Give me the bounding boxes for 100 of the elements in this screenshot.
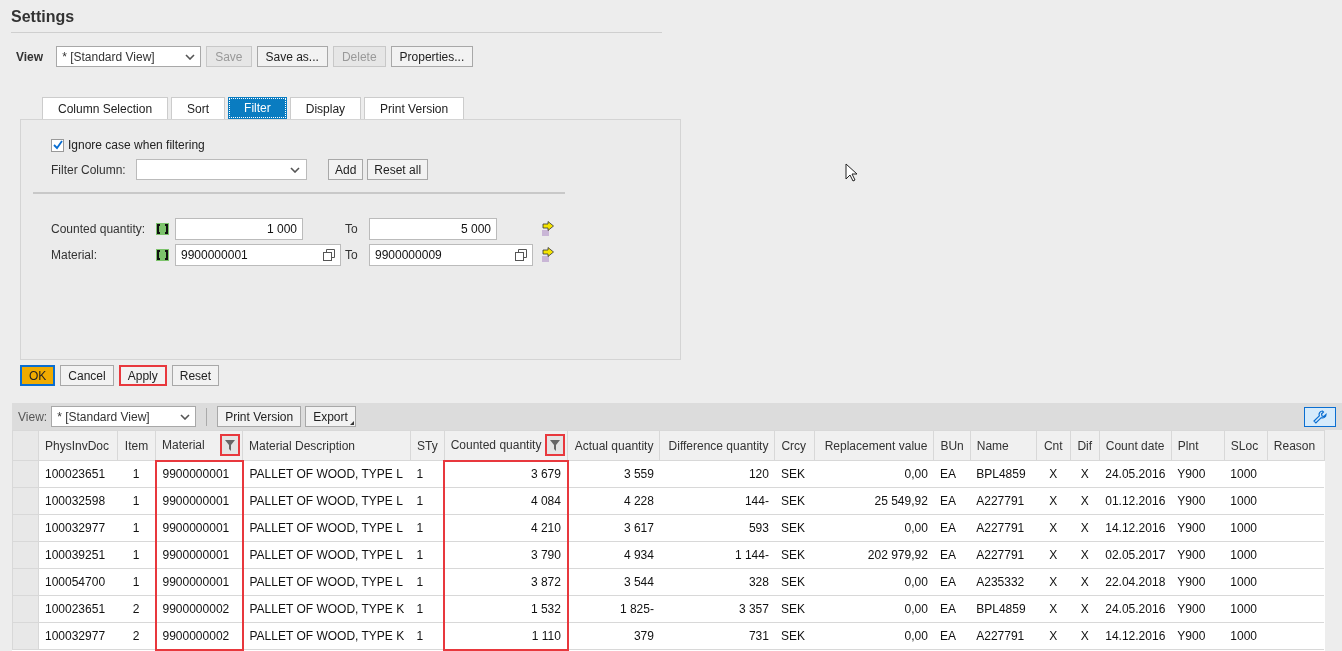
column-header[interactable]: Difference quantity (659, 430, 775, 461)
table-cell: Y900 (1177, 548, 1206, 562)
table-cell: A227791 (976, 548, 1025, 562)
filter-icon (225, 439, 235, 451)
dialog-button[interactable]: Apply (118, 365, 167, 386)
table-cell: 1 (132, 467, 140, 481)
dialog-button[interactable]: Reset (171, 365, 220, 386)
table-cell: 3 617 (623, 521, 654, 535)
settings-tab[interactable]: Column Selection (42, 97, 169, 119)
checkbox[interactable] (51, 138, 64, 152)
table-cell: 1 (132, 575, 140, 589)
table-cell: 100023651 (45, 602, 106, 616)
settings-button[interactable] (1304, 406, 1336, 427)
table-cell: 100054700 (45, 575, 106, 589)
table-cell: 100039251 (45, 548, 106, 562)
table-cell: 25 549,92 (874, 494, 928, 508)
settings-tab[interactable]: Filter (228, 97, 287, 119)
table-cell: 9900000001 (162, 575, 230, 589)
column-header[interactable]: BUn (933, 430, 971, 461)
checkmark-icon (52, 140, 63, 150)
table-cell: 1 (416, 521, 424, 535)
table-cell: 9900000002 (162, 602, 230, 616)
column-header[interactable]: Reason (1267, 430, 1325, 461)
arrow-right-icon[interactable] (541, 221, 555, 237)
to-field[interactable]: 5 000 (369, 218, 497, 240)
table-cell: 1000 (1230, 521, 1257, 535)
column-header[interactable]: Name (970, 430, 1037, 461)
from-field[interactable]: 1 000 (175, 218, 303, 240)
interval-icon[interactable] (156, 249, 169, 261)
export-button[interactable]: Export (305, 406, 356, 427)
column-header[interactable]: Replacement value (814, 430, 934, 461)
table-cell: 0,00 (904, 521, 928, 535)
settings-tab[interactable]: Print Version (364, 97, 465, 119)
column-header[interactable]: STy (410, 430, 445, 461)
table-cell: PALLET OF WOOD, TYPE K (249, 602, 405, 616)
column-header[interactable]: Item (117, 430, 156, 461)
view-dropdown[interactable]: * [Standard View] (56, 46, 202, 67)
table-cell: 9900000001 (162, 548, 230, 562)
table-cell: 1 825- (619, 602, 654, 616)
column-header[interactable]: Cnt (1036, 430, 1071, 461)
table-cell: X (1049, 521, 1058, 535)
table-cell: A235332 (976, 575, 1025, 589)
table-cell: Y900 (1177, 467, 1206, 481)
table-cell: SEK (780, 575, 805, 589)
table-cell: EA (939, 629, 956, 643)
chevron-down-icon (180, 413, 191, 420)
settings-tab[interactable]: Sort (171, 97, 226, 119)
table-cell: X (1080, 494, 1089, 508)
settings-tab[interactable]: Display (289, 97, 362, 119)
dialog-button[interactable]: OK (20, 365, 56, 386)
arrow-right-icon[interactable] (541, 247, 555, 263)
column-header[interactable]: Actual quantity (567, 430, 660, 461)
table-cell: 0,00 (904, 629, 928, 643)
table-cell: 3 544 (623, 575, 654, 589)
table-cell: BPL4859 (976, 602, 1026, 616)
interval-icon[interactable] (156, 223, 169, 235)
value-help-icon[interactable] (323, 249, 335, 261)
table-cell: 9900000002 (162, 628, 230, 643)
to-label: To (345, 221, 359, 238)
checkbox-label: Ignore case when filtering (68, 137, 205, 154)
view-action-button[interactable]: Properties... (390, 46, 474, 67)
chevron-down-icon (185, 53, 196, 60)
reset-all-button[interactable]: Reset all (367, 159, 429, 180)
view-label: View (16, 48, 44, 66)
table-cell: X (1049, 494, 1058, 508)
add-button[interactable]: Add (328, 159, 364, 180)
condition-label: Material: (51, 247, 98, 264)
table-cell: SEK (780, 467, 805, 481)
table-cell: 144- (744, 494, 769, 508)
table-cell: EA (939, 602, 956, 616)
column-header[interactable]: SLoc (1224, 430, 1268, 461)
table-cell: 1 (416, 575, 424, 589)
table-cell: SEK (780, 548, 805, 562)
view-dropdown[interactable]: * [Standard View] (51, 406, 197, 427)
table-cell: 100032977 (45, 521, 106, 535)
column-header[interactable]: Material (155, 430, 243, 461)
column-header[interactable]: Counted quantity (444, 430, 568, 461)
table-cell: Y900 (1177, 494, 1206, 508)
value-help-icon[interactable] (515, 249, 527, 261)
print-version-button[interactable]: Print Version (217, 406, 302, 427)
table-cell: 1000 (1230, 494, 1257, 508)
table-cell: 100023651 (45, 467, 106, 481)
table-cell: 1 110 (531, 628, 561, 643)
to-field[interactable]: 9900000009 (369, 244, 533, 266)
table-cell: Y900 (1177, 575, 1206, 589)
table-cell: 14.12.2016 (1105, 521, 1166, 535)
column-header[interactable]: Count date (1099, 430, 1172, 461)
view-action-button[interactable]: Save as... (256, 46, 328, 67)
table-cell: PALLET OF WOOD, TYPE L (249, 494, 403, 508)
column-header[interactable]: Material Description (242, 430, 411, 461)
table-cell: 1000 (1230, 467, 1257, 481)
table-cell: 2 (132, 602, 140, 616)
wrench-icon (1313, 409, 1327, 424)
column-header[interactable]: Dif (1070, 430, 1100, 461)
column-header[interactable]: Crcy (774, 430, 815, 461)
column-header[interactable]: Plnt (1171, 430, 1225, 461)
from-field[interactable]: 9900000001 (175, 244, 341, 266)
table-cell: 1000 (1230, 575, 1257, 589)
dialog-button[interactable]: Cancel (60, 365, 114, 386)
column-header[interactable]: PhysInvDoc (38, 430, 118, 461)
